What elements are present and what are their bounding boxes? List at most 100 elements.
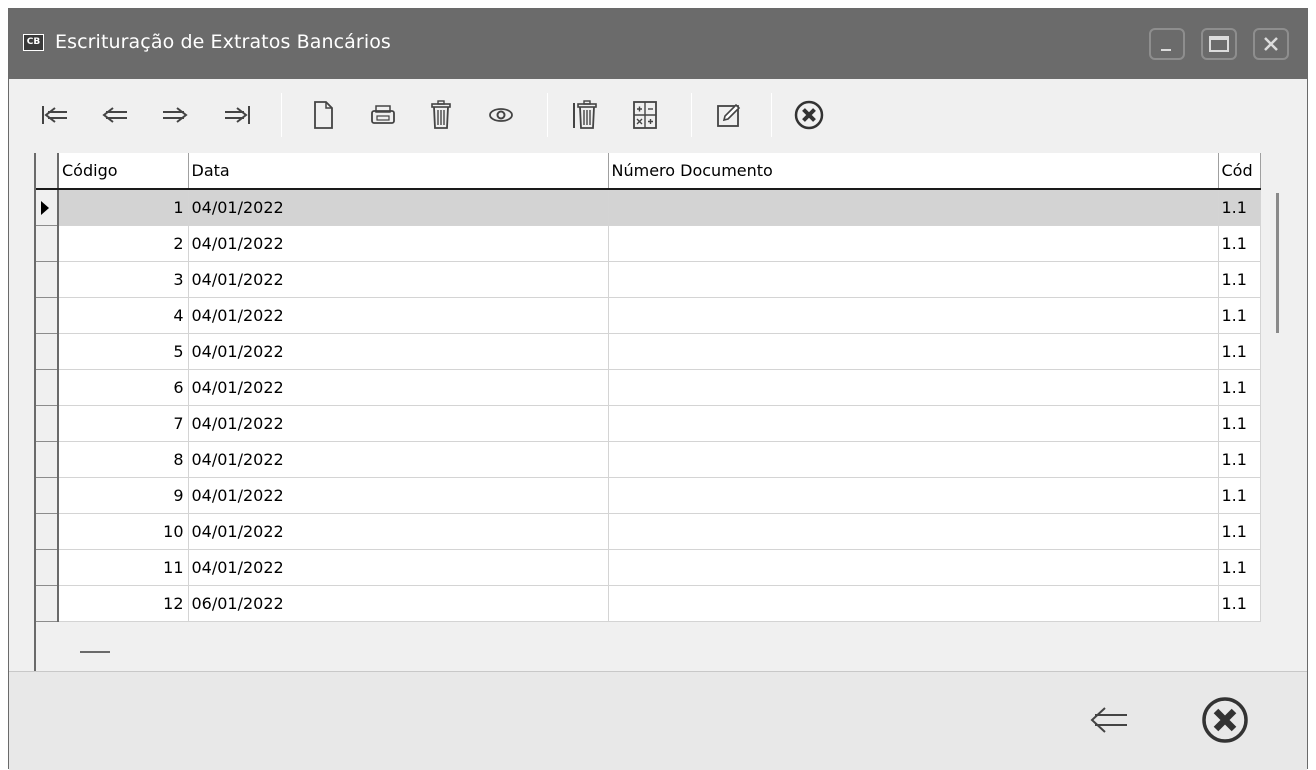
records-grid[interactable]: Código Data Número Documento Cód 1 04/01/…: [34, 153, 1286, 671]
cell-cod[interactable]: 1.1: [1218, 513, 1261, 550]
calculator-button[interactable]: [627, 97, 663, 133]
row-indicator[interactable]: [36, 405, 59, 442]
table-row[interactable]: 12 06/01/2022 1.1: [36, 585, 1261, 622]
row-indicator[interactable]: [36, 549, 59, 586]
next-record-button[interactable]: [157, 97, 193, 133]
cell-document-number[interactable]: [608, 189, 1219, 226]
cell-code[interactable]: 9: [58, 477, 189, 514]
vertical-scrollbar[interactable]: [1276, 193, 1279, 333]
cell-document-number[interactable]: [608, 405, 1219, 442]
edit-button[interactable]: [711, 97, 747, 133]
row-indicator[interactable]: [36, 333, 59, 370]
table-row[interactable]: 7 04/01/2022 1.1: [36, 405, 1261, 442]
cell-date[interactable]: 04/01/2022: [188, 405, 609, 442]
cell-date[interactable]: 04/01/2022: [188, 549, 609, 586]
previous-record-button[interactable]: [97, 97, 133, 133]
table-row[interactable]: 3 04/01/2022 1.1: [36, 261, 1261, 298]
cell-cod[interactable]: 1.1: [1218, 585, 1261, 622]
cell-document-number[interactable]: [608, 585, 1219, 622]
cell-code[interactable]: 2: [58, 225, 189, 262]
table-row[interactable]: 8 04/01/2022 1.1: [36, 441, 1261, 478]
cell-date[interactable]: 04/01/2022: [188, 189, 609, 226]
table-row[interactable]: 2 04/01/2022 1.1: [36, 225, 1261, 262]
row-indicator[interactable]: [36, 477, 59, 514]
cell-cod[interactable]: 1.1: [1218, 225, 1261, 262]
cell-cod[interactable]: 1.1: [1218, 405, 1261, 442]
title-bar[interactable]: CB Escrituração de Extratos Bancários: [9, 9, 1307, 79]
cell-code[interactable]: 1: [58, 189, 189, 226]
column-header-date[interactable]: Data: [188, 153, 609, 190]
cell-code[interactable]: 5: [58, 333, 189, 370]
cell-code[interactable]: 10: [58, 513, 189, 550]
row-indicator-header: [36, 153, 59, 190]
cell-cod[interactable]: 1.1: [1218, 441, 1261, 478]
toolbar-separator: [547, 93, 548, 137]
cell-code[interactable]: 3: [58, 261, 189, 298]
row-indicator[interactable]: [36, 225, 59, 262]
table-row[interactable]: 11 04/01/2022 1.1: [36, 549, 1261, 586]
row-indicator[interactable]: [36, 369, 59, 406]
close-button[interactable]: [1253, 28, 1289, 60]
column-header-document-number[interactable]: Número Documento: [608, 153, 1219, 190]
table-row[interactable]: 5 04/01/2022 1.1: [36, 333, 1261, 370]
row-indicator[interactable]: [36, 189, 59, 226]
cell-date[interactable]: 04/01/2022: [188, 333, 609, 370]
delete-button[interactable]: [423, 97, 459, 133]
row-indicator[interactable]: [36, 297, 59, 334]
view-button[interactable]: [483, 97, 519, 133]
cell-document-number[interactable]: [608, 261, 1219, 298]
cell-cod[interactable]: 1.1: [1218, 477, 1261, 514]
column-header-cod[interactable]: Cód: [1218, 153, 1261, 190]
cell-code[interactable]: 8: [58, 441, 189, 478]
table-row[interactable]: 4 04/01/2022 1.1: [36, 297, 1261, 334]
cell-date[interactable]: 04/01/2022: [188, 225, 609, 262]
cell-date[interactable]: 04/01/2022: [188, 369, 609, 406]
cell-document-number[interactable]: [608, 549, 1219, 586]
table-row[interactable]: 9 04/01/2022 1.1: [36, 477, 1261, 514]
row-indicator[interactable]: [36, 441, 59, 478]
row-indicator[interactable]: [36, 585, 59, 622]
cell-cod[interactable]: 1.1: [1218, 549, 1261, 586]
cell-date[interactable]: 06/01/2022: [188, 585, 609, 622]
cancel-button[interactable]: [791, 97, 827, 133]
print-button[interactable]: [365, 97, 401, 133]
row-indicator[interactable]: [36, 261, 59, 298]
cell-date[interactable]: 04/01/2022: [188, 513, 609, 550]
new-button[interactable]: [305, 97, 341, 133]
cell-document-number[interactable]: [608, 225, 1219, 262]
cell-document-number[interactable]: [608, 333, 1219, 370]
cell-date[interactable]: 04/01/2022: [188, 297, 609, 334]
cell-code[interactable]: 6: [58, 369, 189, 406]
cell-cod[interactable]: 1.1: [1218, 297, 1261, 334]
minimize-button[interactable]: [1149, 28, 1185, 60]
cell-cod[interactable]: 1.1: [1218, 189, 1261, 226]
first-record-button[interactable]: [37, 97, 73, 133]
records-table[interactable]: Código Data Número Documento Cód 1 04/01/…: [36, 153, 1261, 622]
cell-code[interactable]: 7: [58, 405, 189, 442]
cell-cod[interactable]: 1.1: [1218, 333, 1261, 370]
cell-cod[interactable]: 1.1: [1218, 261, 1261, 298]
cell-document-number[interactable]: [608, 297, 1219, 334]
cell-code[interactable]: 4: [58, 297, 189, 334]
cell-cod[interactable]: 1.1: [1218, 369, 1261, 406]
cell-document-number[interactable]: [608, 369, 1219, 406]
column-header-code[interactable]: Código: [58, 153, 189, 190]
back-button[interactable]: [1079, 690, 1139, 750]
cell-code[interactable]: 11: [58, 549, 189, 586]
cell-code[interactable]: 12: [58, 585, 189, 622]
close-window-button[interactable]: [1195, 690, 1255, 750]
cell-date[interactable]: 04/01/2022: [188, 441, 609, 478]
cell-document-number[interactable]: [608, 441, 1219, 478]
cell-document-number[interactable]: [608, 477, 1219, 514]
last-record-button[interactable]: [219, 97, 255, 133]
cell-date[interactable]: 04/01/2022: [188, 261, 609, 298]
cell-document-number[interactable]: [608, 513, 1219, 550]
row-indicator[interactable]: [36, 513, 59, 550]
table-row[interactable]: 1 04/01/2022 1.1: [36, 189, 1261, 226]
maximize-button[interactable]: [1201, 28, 1237, 60]
table-row[interactable]: 10 04/01/2022 1.1: [36, 513, 1261, 550]
table-row[interactable]: 6 04/01/2022 1.1: [36, 369, 1261, 406]
cell-date[interactable]: 04/01/2022: [188, 477, 609, 514]
last-record-icon: [225, 106, 250, 124]
delete-all-button[interactable]: [567, 97, 603, 133]
